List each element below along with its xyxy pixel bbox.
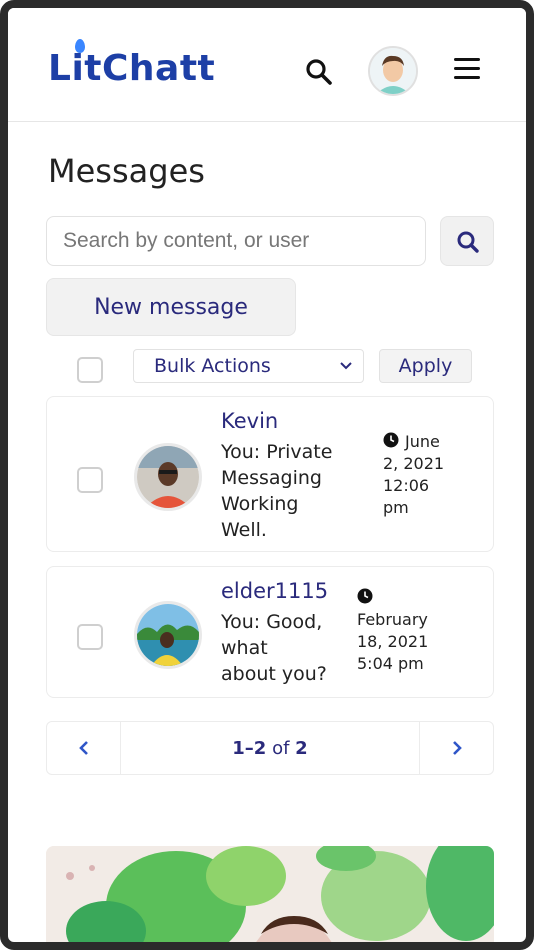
chevron-down-icon: [340, 362, 352, 370]
logo-text: LitChatt: [48, 48, 216, 89]
menu-button[interactable]: [454, 58, 480, 80]
top-header: LitChatt: [8, 8, 526, 122]
avatar: [134, 443, 202, 511]
chevron-left-icon: [78, 741, 88, 755]
thread-checkbox[interactable]: [77, 467, 103, 493]
user-avatar[interactable]: [368, 46, 418, 96]
clock-icon: [357, 588, 373, 604]
thread-preview: You: Good, what about you?: [221, 611, 327, 685]
pagination: 1–2 of 2: [46, 721, 494, 775]
avatar-face-icon: [370, 48, 416, 94]
search-submit-button[interactable]: [440, 216, 494, 266]
avatar: [134, 601, 202, 669]
chevron-right-icon: [452, 741, 462, 755]
banner-artwork: [46, 846, 494, 942]
hamburger-icon: [454, 58, 480, 79]
elder1115-avatar-photo: [137, 604, 199, 666]
app-logo[interactable]: LitChatt: [48, 39, 216, 89]
search-icon: [457, 231, 479, 253]
apply-button[interactable]: Apply: [379, 349, 472, 383]
flame-icon: [75, 39, 85, 53]
message-thread-card[interactable]: elder1115 You: Good, what about you? Feb…: [46, 566, 494, 698]
header-search-button[interactable]: [305, 58, 333, 86]
kevin-avatar-photo: [137, 446, 199, 508]
thread-sender-name: Kevin: [221, 409, 279, 433]
clock-icon: [383, 432, 399, 448]
thread-preview: You: Private Messaging Working Well.: [221, 441, 333, 541]
previous-page-button[interactable]: [47, 722, 121, 774]
bulk-actions-select[interactable]: Bulk Actions: [133, 349, 364, 383]
pagination-info: 1–2 of 2: [232, 737, 308, 759]
app-frame: LitChatt Messages Search by content, or …: [0, 0, 534, 950]
bulk-actions-label: Bulk Actions: [154, 355, 271, 377]
next-page-button[interactable]: [419, 722, 493, 774]
new-message-button[interactable]: New message: [46, 278, 296, 336]
search-input[interactable]: [46, 216, 426, 266]
thread-checkbox[interactable]: [77, 624, 103, 650]
message-thread-card[interactable]: Kevin You: Private Messaging Working Wel…: [46, 396, 494, 552]
thread-timestamp: June 2, 2021 12:06 pm: [383, 432, 445, 517]
thread-timestamp: February 18, 2021 5:04 pm: [357, 587, 428, 675]
select-all-checkbox[interactable]: [77, 357, 103, 383]
promo-banner-image: [46, 846, 494, 942]
page-title: Messages: [48, 152, 205, 190]
thread-sender-name: elder1115: [221, 579, 329, 603]
search-icon: [306, 59, 332, 85]
